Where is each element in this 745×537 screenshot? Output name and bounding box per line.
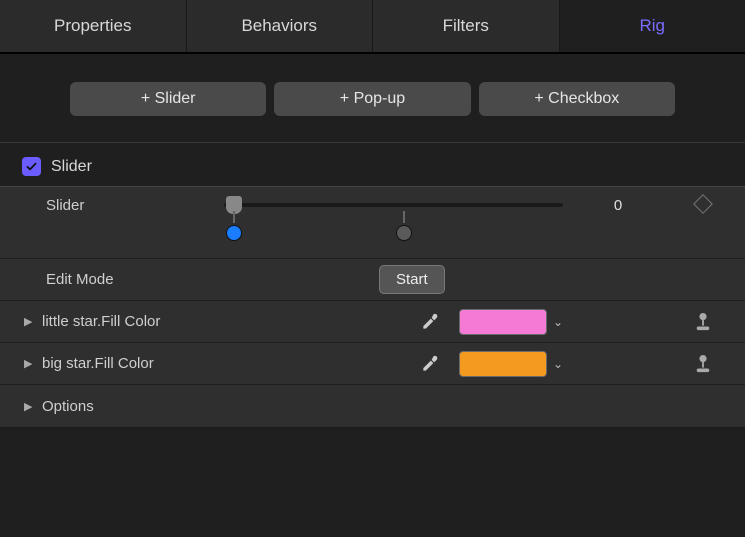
slider-value[interactable]: 0 (563, 189, 673, 214)
options-label[interactable]: ▶ Options (24, 398, 224, 415)
eyedropper-icon[interactable] (419, 353, 441, 375)
slider-panel: Slider 0 Edit Mode Start (0, 186, 745, 428)
slider-section-header: Slider (0, 143, 745, 186)
color-row-little-star: ▶ little star.Fill Color ⌄ (0, 301, 745, 343)
disclosure-triangle-icon[interactable]: ▶ (24, 400, 36, 413)
chevron-down-icon[interactable]: ⌄ (553, 315, 563, 329)
little-star-color-swatch[interactable] (459, 309, 547, 335)
add-popup-button[interactable]: + Pop-up (274, 82, 470, 116)
add-slider-button[interactable]: + Slider (70, 82, 266, 116)
disclosure-triangle-icon[interactable]: ▶ (24, 315, 36, 328)
joystick-icon[interactable] (692, 353, 714, 375)
big-star-color-swatch[interactable] (459, 351, 547, 377)
tab-filters[interactable]: Filters (373, 0, 560, 52)
slider-enable-checkbox[interactable] (22, 157, 41, 176)
tab-properties[interactable]: Properties (0, 0, 187, 52)
big-star-fill-label: ▶ big star.Fill Color (24, 355, 224, 372)
keyframe-diamond-icon[interactable] (693, 194, 713, 214)
add-checkbox-button[interactable]: + Checkbox (479, 82, 675, 116)
tab-behaviors[interactable]: Behaviors (187, 0, 374, 52)
little-star-fill-label: ▶ little star.Fill Color (24, 313, 224, 330)
slider-control[interactable] (224, 189, 563, 247)
color-row-big-star: ▶ big star.Fill Color ⌄ (0, 343, 745, 385)
eyedropper-icon[interactable] (419, 311, 441, 333)
add-control-row: + Slider + Pop-up + Checkbox (0, 54, 745, 138)
options-row: ▶ Options (0, 385, 745, 427)
disclosure-triangle-icon[interactable]: ▶ (24, 357, 36, 370)
keyframe-marker-1[interactable] (226, 225, 242, 241)
check-icon (25, 160, 38, 173)
edit-mode-start-button[interactable]: Start (379, 265, 445, 294)
edit-mode-row: Edit Mode Start (0, 259, 745, 301)
edit-mode-label: Edit Mode (24, 271, 224, 288)
slider-section-title: Slider (51, 158, 92, 176)
slider-label: Slider (24, 189, 224, 214)
slider-value-row: Slider 0 (0, 187, 745, 259)
joystick-icon[interactable] (692, 311, 714, 333)
chevron-down-icon[interactable]: ⌄ (553, 357, 563, 371)
tab-bar: Properties Behaviors Filters Rig (0, 0, 745, 54)
tab-rig[interactable]: Rig (560, 0, 745, 52)
keyframe-marker-2[interactable] (396, 225, 412, 241)
